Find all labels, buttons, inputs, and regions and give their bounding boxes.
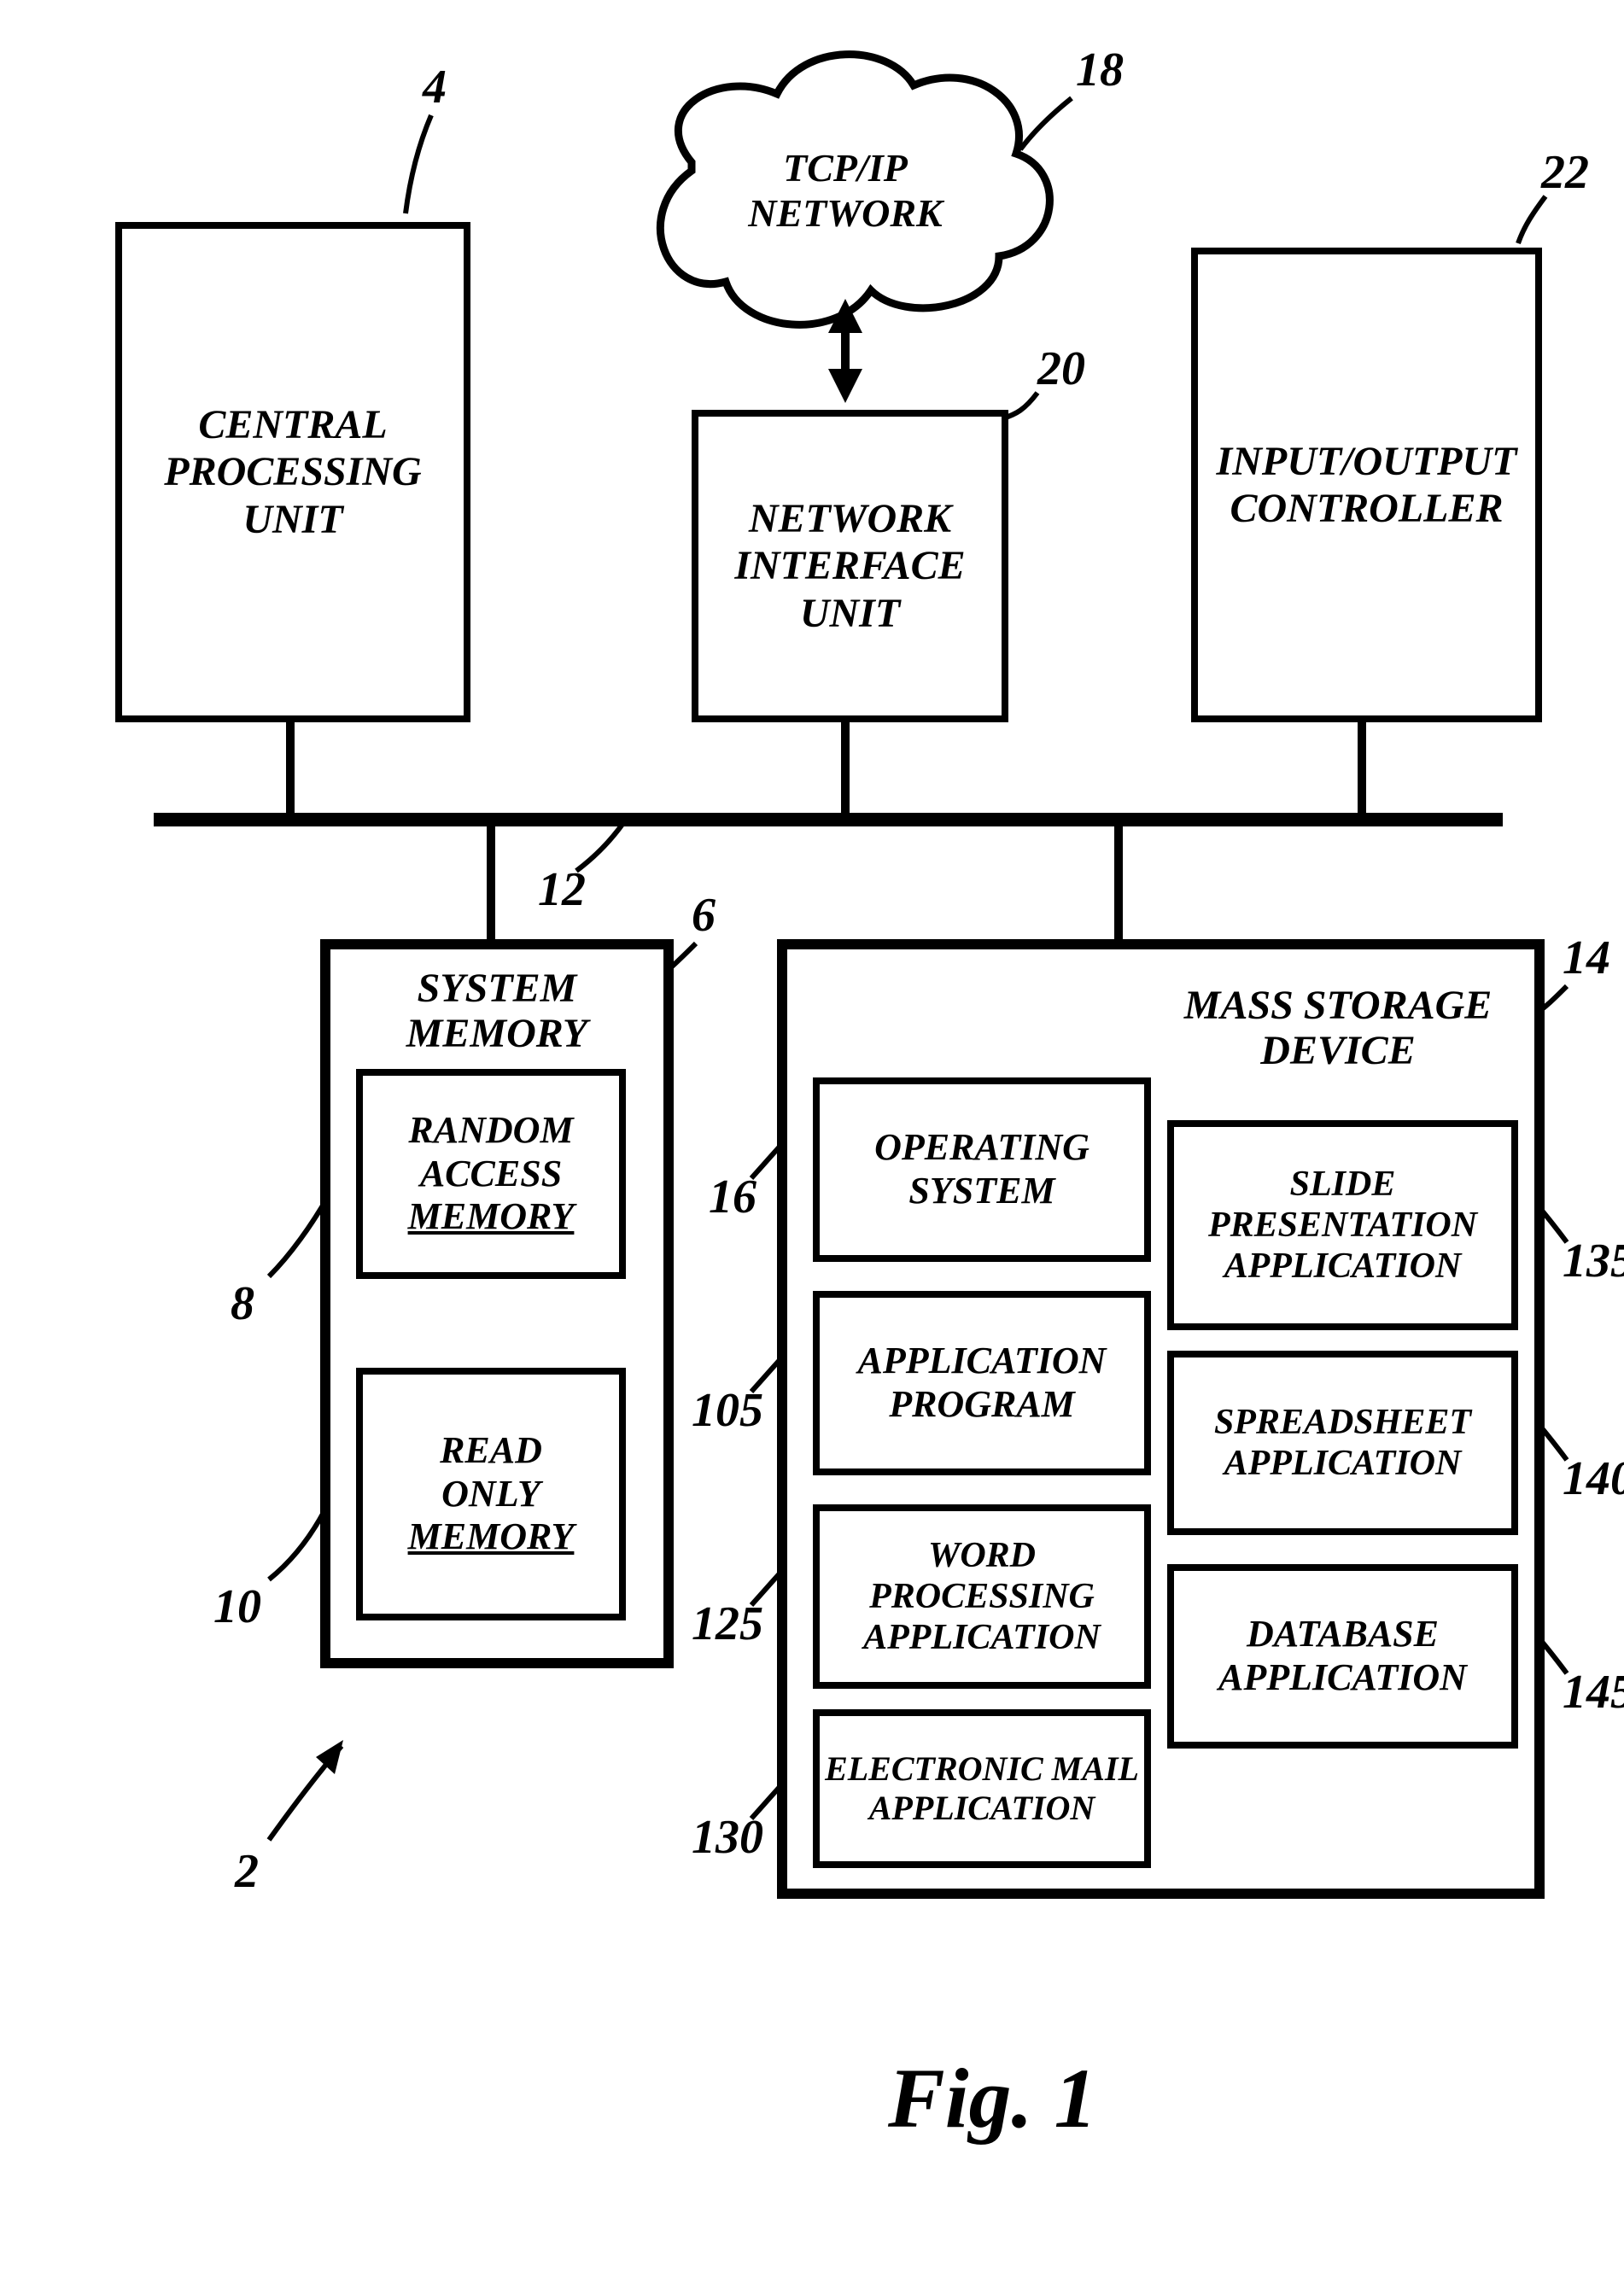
ram-l3: MEMORY	[408, 1195, 575, 1239]
slide-box: SLIDE PRESENTATION APPLICATION	[1167, 1120, 1518, 1330]
ref-ss: 140	[1563, 1451, 1624, 1506]
ref-os: 16	[709, 1170, 757, 1224]
niu-box: NETWORK INTERFACE UNIT	[692, 410, 1008, 722]
db-box: DATABASE APPLICATION	[1167, 1564, 1518, 1749]
ref-rom: 10	[213, 1579, 261, 1634]
mail-text: ELECTRONIC MAIL APPLICATION	[820, 1749, 1144, 1828]
rom-box: READ ONLY MEMORY	[356, 1368, 626, 1620]
mail-box: ELECTRONIC MAIL APPLICATION	[813, 1709, 1151, 1868]
os-text: OPERATING SYSTEM	[820, 1126, 1144, 1212]
wp-box: WORD PROCESSING APPLICATION	[813, 1504, 1151, 1689]
rom-l1: READ	[440, 1429, 542, 1473]
app-text: APPLICATION PROGRAM	[820, 1340, 1144, 1426]
ram-l2: ACCESS	[420, 1153, 562, 1196]
rom-l2: ONLY	[441, 1473, 540, 1516]
cloud-label: TCP/IP NETWORK	[726, 145, 965, 236]
mass-storage-box: MASS STORAGE DEVICE OPERATING SYSTEM APP…	[777, 939, 1545, 1899]
io-text: INPUT/OUTPUT CONTROLLER	[1198, 438, 1535, 532]
storage-title: MASS STORAGE DEVICE	[1159, 984, 1517, 1074]
ref-io: 22	[1541, 145, 1589, 200]
io-box: INPUT/OUTPUT CONTROLLER	[1191, 248, 1542, 722]
db-text: DATABASE APPLICATION	[1174, 1613, 1511, 1699]
ss-box: SPREADSHEET APPLICATION	[1167, 1351, 1518, 1535]
diagram-canvas: TCP/IP NETWORK CENTRAL PROCESSING UNIT N…	[34, 34, 1588, 2220]
cpu-text: CENTRAL PROCESSING UNIT	[122, 401, 464, 543]
cpu-box: CENTRAL PROCESSING UNIT	[115, 222, 470, 722]
ref-db: 145	[1563, 1665, 1624, 1720]
ref-app: 105	[692, 1383, 763, 1438]
niu-text: NETWORK INTERFACE UNIT	[698, 495, 1002, 637]
figure-caption: Fig. 1	[888, 2049, 1096, 2147]
ref-bus: 12	[538, 862, 586, 917]
ram-l1: RANDOM	[408, 1109, 573, 1153]
system-memory-box: SYSTEM MEMORY RANDOM ACCESS MEMORY READ …	[320, 939, 674, 1668]
ref-slide: 135	[1563, 1234, 1624, 1288]
ref-whole: 2	[235, 1844, 259, 1899]
ref-niu: 20	[1037, 342, 1085, 396]
ref-storage: 14	[1563, 931, 1610, 985]
ref-cpu: 4	[423, 60, 447, 114]
ref-ram: 8	[231, 1276, 254, 1331]
ref-net: 18	[1076, 43, 1124, 97]
sysmem-title: SYSTEM MEMORY	[330, 966, 663, 1057]
ref-sysmem: 6	[692, 888, 716, 943]
app-box: APPLICATION PROGRAM	[813, 1291, 1151, 1475]
ref-mail: 130	[692, 1810, 763, 1865]
os-box: OPERATING SYSTEM	[813, 1077, 1151, 1262]
ref-wp: 125	[692, 1597, 763, 1651]
slide-text: SLIDE PRESENTATION APPLICATION	[1174, 1164, 1511, 1287]
rom-l3: MEMORY	[408, 1515, 575, 1559]
ss-text: SPREADSHEET APPLICATION	[1174, 1402, 1511, 1485]
wp-text: WORD PROCESSING APPLICATION	[820, 1535, 1144, 1659]
ram-box: RANDOM ACCESS MEMORY	[356, 1069, 626, 1279]
